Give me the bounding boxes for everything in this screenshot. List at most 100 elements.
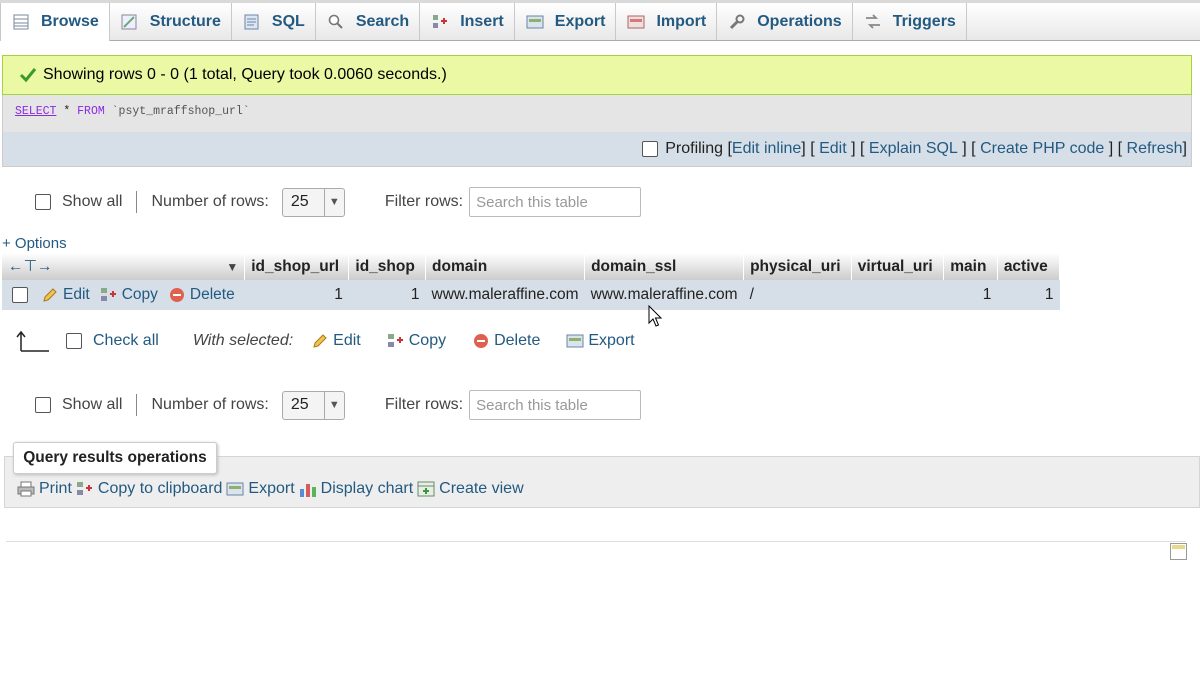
number-of-rows-label: Number of rows: bbox=[151, 193, 269, 210]
tab-import[interactable]: Import bbox=[616, 3, 718, 40]
check-all-checkbox[interactable] bbox=[66, 333, 82, 349]
rows-select-value: 25 bbox=[290, 193, 309, 210]
explain-sql-link[interactable]: Explain SQL bbox=[869, 140, 958, 158]
show-all-label: Show all bbox=[62, 193, 123, 210]
delete-icon bbox=[472, 332, 490, 350]
column-header-id-shop[interactable]: id_shop bbox=[348, 253, 427, 280]
filter-rows-label: Filter rows: bbox=[384, 396, 464, 413]
status-text: Showing rows 0 - 0 (1 total, Query took … bbox=[43, 66, 447, 83]
success-message: Showing rows 0 - 0 (1 total, Query took … bbox=[2, 55, 1192, 95]
top-navigation: Show all Number of rows: 25 ▼ Filter row… bbox=[0, 184, 700, 220]
delete-icon bbox=[168, 286, 186, 304]
row-checkbox[interactable] bbox=[12, 287, 28, 303]
cell-id-shop-url[interactable]: 1 bbox=[244, 280, 349, 310]
sql-keyword-select[interactable]: SELECT bbox=[15, 105, 56, 118]
profiling-checkbox[interactable] bbox=[642, 141, 659, 157]
console-icon[interactable] bbox=[1170, 543, 1187, 560]
profiling-bar: Profiling [Edit inline] [ Edit ] [ Expla… bbox=[2, 132, 1192, 167]
browse-table-icon bbox=[11, 13, 31, 31]
column-header-main[interactable]: main bbox=[943, 253, 998, 280]
export-icon bbox=[566, 332, 584, 350]
tab-label: Structure bbox=[149, 12, 221, 30]
with-selected-bar: Check all With selected: Edit Copy Delet… bbox=[0, 323, 700, 359]
column-header-virtual-uri[interactable]: virtual_uri bbox=[851, 253, 945, 280]
tab-triggers[interactable]: Triggers bbox=[853, 3, 967, 40]
bulk-delete-button[interactable]: Delete bbox=[472, 332, 540, 350]
row-actions: Edit Copy Delete bbox=[2, 280, 245, 310]
refresh-link[interactable]: Refresh bbox=[1127, 140, 1183, 158]
show-all-label: Show all bbox=[62, 396, 123, 413]
check-all-label[interactable]: Check all bbox=[93, 332, 159, 350]
row-copy-button[interactable]: Copy bbox=[100, 286, 158, 304]
copy-icon bbox=[387, 332, 405, 350]
display-chart-button[interactable]: Display chart bbox=[299, 480, 413, 498]
tab-sql[interactable]: SQL bbox=[232, 3, 316, 40]
tab-export[interactable]: Export bbox=[515, 3, 617, 40]
cell-active[interactable]: 1 bbox=[997, 280, 1060, 310]
tab-browse[interactable]: Browse bbox=[0, 3, 110, 41]
edit-inline-link[interactable]: Edit inline bbox=[732, 140, 801, 158]
chevron-down-icon: ▼ bbox=[323, 188, 344, 216]
column-header-physical-uri[interactable]: physical_uri bbox=[743, 253, 852, 280]
options-link[interactable]: + Options bbox=[2, 235, 67, 252]
show-all-checkbox[interactable] bbox=[35, 397, 51, 413]
bulk-copy-label: Copy bbox=[408, 332, 447, 349]
tab-label: SQL bbox=[271, 12, 305, 30]
tab-operations[interactable]: Operations bbox=[717, 3, 853, 40]
search-icon bbox=[326, 13, 346, 31]
sort-dropdown-icon[interactable]: ▼ bbox=[226, 260, 238, 274]
cell-domain-ssl[interactable]: www.maleraffine.com bbox=[584, 280, 744, 310]
print-button[interactable]: Print bbox=[17, 480, 72, 498]
bulk-copy-button[interactable]: Copy bbox=[387, 332, 446, 350]
tab-insert[interactable]: Insert bbox=[420, 3, 515, 40]
filter-search-input[interactable]: Search this table bbox=[469, 187, 642, 217]
tab-bar: Browse Structure SQL Search Insert Expor… bbox=[0, 3, 1200, 41]
show-all-checkbox[interactable] bbox=[35, 194, 51, 210]
export-icon bbox=[525, 13, 545, 31]
import-icon bbox=[626, 13, 646, 31]
mouse-cursor-icon bbox=[648, 305, 663, 327]
bulk-delete-label: Delete bbox=[494, 332, 541, 349]
sql-query-display: SELECT * FROM `psyt_mraffshop_url` bbox=[2, 95, 1192, 132]
export-results-label: Export bbox=[248, 480, 295, 497]
row-copy-label: Copy bbox=[121, 286, 158, 303]
create-view-button[interactable]: Create view bbox=[417, 480, 524, 498]
cell-physical-uri[interactable]: / bbox=[743, 280, 852, 310]
column-header-domain-ssl[interactable]: domain_ssl bbox=[584, 253, 745, 280]
column-header-domain[interactable]: domain bbox=[425, 253, 586, 280]
copy-icon bbox=[76, 480, 94, 498]
bulk-export-label: Export bbox=[588, 332, 635, 349]
tab-search[interactable]: Search bbox=[316, 3, 421, 40]
tab-structure[interactable]: Structure bbox=[110, 3, 232, 40]
cell-id-shop[interactable]: 1 bbox=[348, 280, 426, 310]
create-view-label: Create view bbox=[439, 480, 524, 497]
bulk-edit-label: Edit bbox=[333, 332, 361, 349]
filter-rows-label: Filter rows: bbox=[384, 193, 464, 210]
profiling-label: Profiling bbox=[665, 140, 724, 157]
column-header-id-shop-url[interactable]: id_shop_url bbox=[244, 253, 350, 280]
edit-link[interactable]: Edit bbox=[819, 140, 847, 158]
row-edit-button[interactable]: Edit bbox=[41, 286, 90, 304]
copy-to-clipboard-button[interactable]: Copy to clipboard bbox=[76, 480, 222, 498]
table-row[interactable]: Edit Copy Delete 1 1 www.maleraffine.com… bbox=[2, 280, 1060, 310]
create-php-code-link[interactable]: Create PHP code bbox=[980, 140, 1104, 158]
column-controls: ←⊤→ ▼ bbox=[2, 253, 246, 280]
bulk-export-button[interactable]: Export bbox=[566, 332, 635, 350]
column-header-active[interactable]: active bbox=[997, 253, 1061, 280]
rows-select[interactable]: 25 ▼ bbox=[281, 187, 345, 217]
row-delete-button[interactable]: Delete bbox=[168, 286, 235, 304]
cell-domain[interactable]: www.maleraffine.com bbox=[425, 280, 585, 310]
printer-icon bbox=[17, 480, 35, 498]
separator bbox=[136, 394, 138, 416]
bulk-edit-button[interactable]: Edit bbox=[311, 332, 361, 350]
rows-select[interactable]: 25 ▼ bbox=[281, 390, 345, 420]
sql-icon bbox=[242, 13, 262, 31]
cell-virtual-uri[interactable] bbox=[851, 280, 944, 310]
filter-search-input[interactable]: Search this table bbox=[469, 390, 642, 420]
checkmark-icon bbox=[19, 68, 37, 83]
structure-icon bbox=[120, 13, 140, 31]
export-results-button[interactable]: Export bbox=[226, 480, 295, 498]
cell-main[interactable]: 1 bbox=[943, 280, 998, 310]
export-icon bbox=[226, 480, 244, 498]
column-arrows-icon[interactable]: ←⊤→ bbox=[8, 257, 53, 276]
